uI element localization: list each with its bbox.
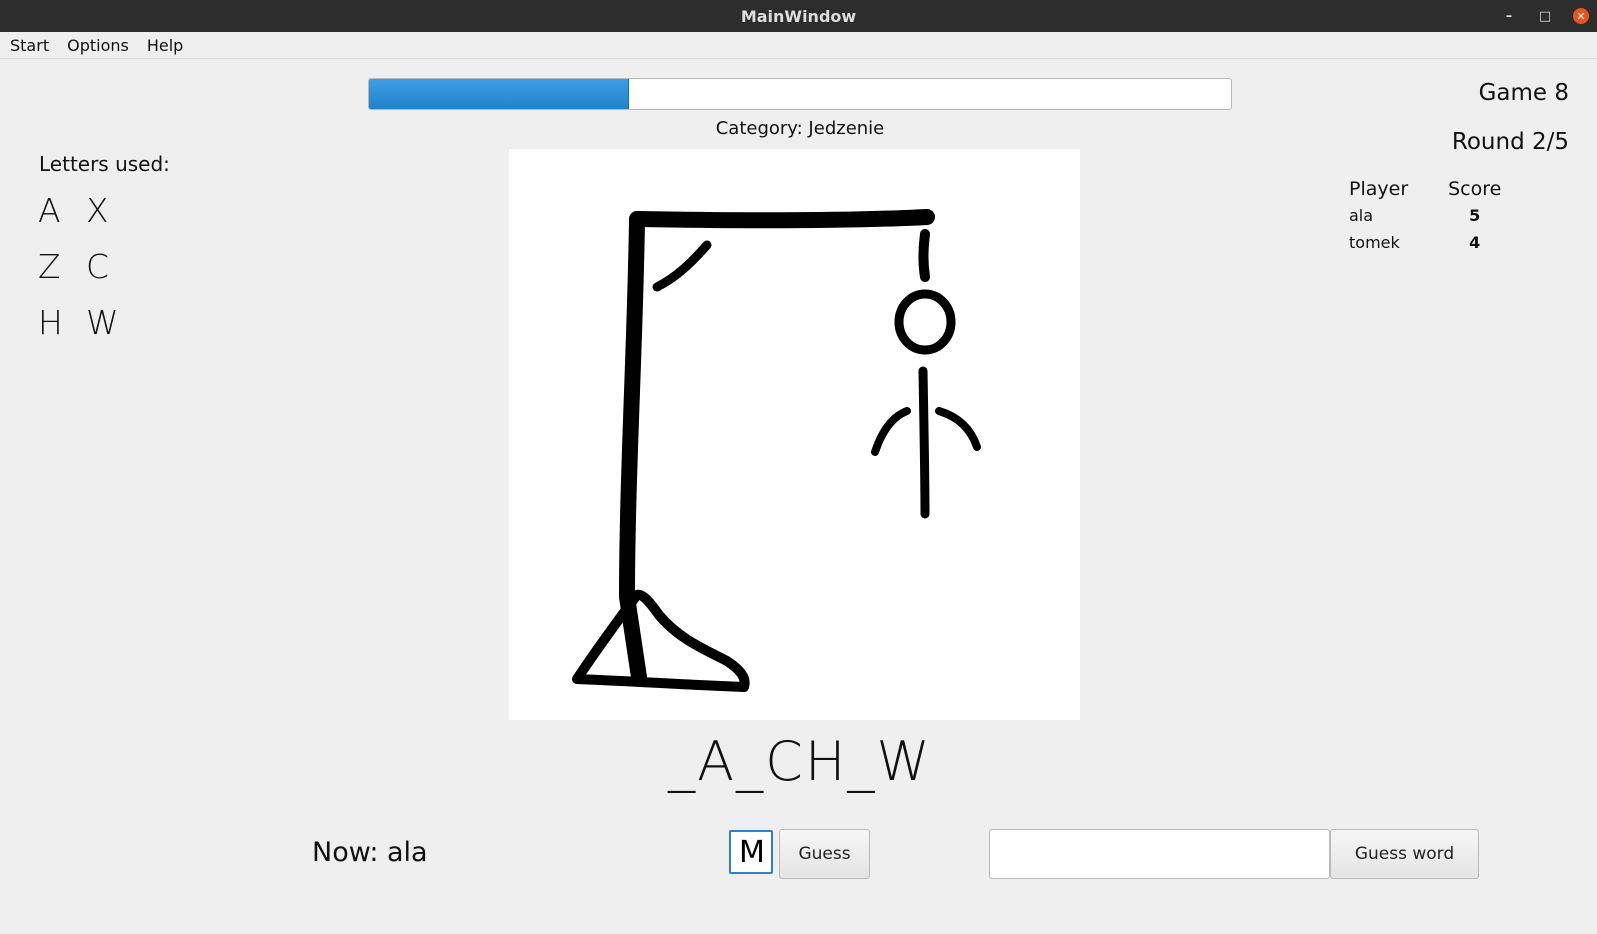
player-name: tomek (1349, 233, 1400, 252)
minimize-icon[interactable]: – (1501, 8, 1517, 24)
player-name: ala (1349, 206, 1374, 225)
window-controls: – □ ✕ (1501, 0, 1589, 32)
progress-fill (369, 79, 629, 109)
player-score: 4 (1469, 233, 1481, 252)
letter-input[interactable] (729, 830, 773, 874)
guess-word-button[interactable]: Guess word (1330, 829, 1479, 879)
score-table: Player Score ala 5 tomek 4 (1349, 178, 1501, 258)
score-header: Score (1448, 178, 1502, 200)
title-bar: MainWindow – □ ✕ (0, 0, 1597, 32)
hangman-drawing (509, 149, 1080, 720)
used-letter: X (86, 191, 109, 230)
player-score: 5 (1469, 206, 1481, 225)
category-label: Category: Jedzenie (715, 118, 885, 139)
used-letter: W (86, 303, 119, 342)
used-letter: A (38, 191, 61, 230)
gallows-brace (652, 240, 712, 292)
hangman-head (894, 289, 956, 355)
current-player-label: Now: ala (312, 837, 428, 868)
menu-help[interactable]: Help (138, 36, 192, 55)
hangman-svg (572, 209, 981, 692)
menu-options[interactable]: Options (58, 36, 138, 55)
hangman-left-arm (871, 407, 911, 456)
gallows-beam (629, 209, 935, 229)
masked-word: _A_CH_W (668, 730, 932, 793)
round-number: Round 2/5 (1451, 129, 1569, 155)
scoreboard: Player Score ala 5 tomek 4 (1349, 178, 1501, 258)
gallows-base (572, 589, 750, 692)
gallows-post (619, 213, 647, 685)
letters-used-grid: A X Z C H W (38, 190, 134, 344)
used-letter: H (38, 303, 63, 342)
window-title: MainWindow (740, 6, 857, 26)
hangman-right-arm (935, 407, 981, 451)
used-letter: C (86, 247, 110, 286)
word-input[interactable] (989, 829, 1330, 879)
close-icon[interactable]: ✕ (1573, 8, 1589, 24)
player-header: Player (1349, 178, 1409, 200)
table-row: tomek 4 (1349, 231, 1501, 258)
used-letter: Z (38, 247, 61, 286)
maximize-icon[interactable]: □ (1537, 8, 1553, 24)
hangman-body (918, 366, 930, 519)
rope (918, 229, 930, 282)
round-progress-bar (368, 78, 1232, 110)
letters-used-title: Letters used: (39, 152, 170, 176)
table-row: ala 5 (1349, 204, 1501, 231)
guess-button[interactable]: Guess (779, 829, 870, 879)
menu-bar: Start Options Help (0, 32, 1597, 59)
menu-start[interactable]: Start (0, 36, 58, 55)
game-number: Game 8 (1478, 80, 1569, 106)
